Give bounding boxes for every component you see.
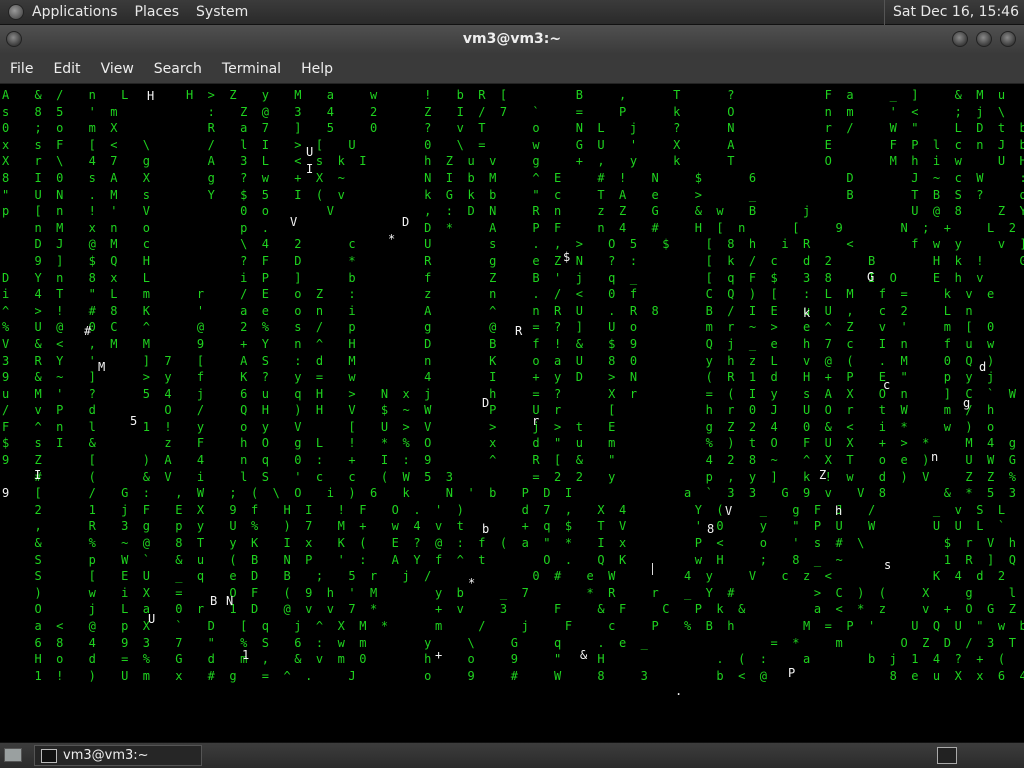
menu-applications[interactable]: Applications	[32, 4, 118, 20]
maximize-icon[interactable]	[976, 31, 992, 47]
menu-file[interactable]: File	[10, 61, 33, 77]
menu-search[interactable]: Search	[154, 61, 202, 77]
rain-head-glyph: #	[84, 324, 92, 338]
rain-head-glyph: .	[675, 684, 683, 698]
rain-head-glyph: D	[402, 215, 410, 229]
rain-head-glyph: $	[563, 250, 571, 264]
rain-head-glyph: R	[515, 324, 523, 338]
rain-head-glyph: U	[306, 145, 314, 159]
rain-head-glyph: b	[482, 522, 490, 536]
rain-head-glyph: *	[468, 576, 476, 590]
rain-head-glyph: 1	[242, 648, 250, 662]
rain-head-glyph: D	[482, 396, 490, 410]
menu-help[interactable]: Help	[301, 61, 333, 77]
rain-head-glyph: d	[979, 360, 987, 374]
minimize-icon[interactable]	[952, 31, 968, 47]
window-title: vm3@vm3:~	[462, 31, 562, 47]
rain-head-glyph: g	[963, 396, 971, 410]
gnome-foot-icon[interactable]	[8, 4, 24, 20]
rain-head-glyph: I	[306, 162, 314, 176]
menu-edit[interactable]: Edit	[53, 61, 80, 77]
rain-head-glyph: 8	[707, 522, 715, 536]
rain-head-glyph: V	[725, 504, 733, 518]
rain-head-glyph: H	[147, 89, 155, 103]
close-icon[interactable]	[1000, 31, 1016, 47]
menu-terminal[interactable]: Terminal	[222, 61, 281, 77]
rain-head-glyph: n	[931, 450, 939, 464]
bottom-panel: vm3@vm3:~	[0, 742, 1024, 768]
rain-head-glyph: G	[867, 270, 875, 284]
rain-head-glyph: I	[34, 468, 42, 482]
top-panel: Applications Places System Sat Dec 16, 1…	[0, 0, 1024, 25]
rain-head-glyph: s	[884, 558, 892, 572]
taskbar-terminal-button[interactable]: vm3@vm3:~	[34, 745, 202, 766]
rain-head-glyph: h	[835, 504, 843, 518]
rain-head-glyph: *	[388, 232, 396, 246]
rain-head-glyph: N	[226, 594, 234, 608]
rain-head-glyph: P	[788, 666, 796, 680]
menu-system[interactable]: System	[196, 4, 248, 20]
rain-head-glyph: Z	[819, 468, 827, 482]
rain-head-glyph: B	[210, 594, 218, 608]
window-titlebar[interactable]: vm3@vm3:~	[0, 25, 1024, 54]
terminal-output[interactable]: A & / n L H > Z y M a w ! b R [ B , T ? …	[0, 85, 1024, 742]
rain-head-glyph: &	[580, 648, 588, 662]
rain-head-glyph: k	[803, 306, 811, 320]
rain-head-glyph: 9	[2, 486, 10, 500]
rain-head-glyph: r	[532, 414, 540, 428]
rain-head-glyph: 5	[130, 414, 138, 428]
taskbar-label: vm3@vm3:~	[63, 748, 149, 763]
matrix-rain-text: A & / n L H > Z y M a w ! b R [ B , T ? …	[2, 88, 1024, 683]
rain-head-glyph: c	[883, 378, 891, 392]
show-desktop-icon[interactable]	[4, 748, 22, 762]
rain-head-glyph: U	[148, 612, 156, 626]
mouse-ibeam-cursor	[652, 563, 659, 575]
rain-head-glyph: M	[98, 360, 106, 374]
rain-head-glyph: +	[435, 648, 443, 662]
terminal-icon	[41, 749, 57, 763]
panel-clock[interactable]: Sat Dec 16, 15:46	[883, 0, 1024, 25]
menu-places[interactable]: Places	[135, 4, 180, 20]
menu-view[interactable]: View	[101, 61, 134, 77]
terminal-menubar: File Edit View Search Terminal Help	[0, 54, 1024, 84]
rain-head-glyph: V	[290, 215, 298, 229]
workspace-switcher-icon[interactable]	[937, 747, 957, 764]
